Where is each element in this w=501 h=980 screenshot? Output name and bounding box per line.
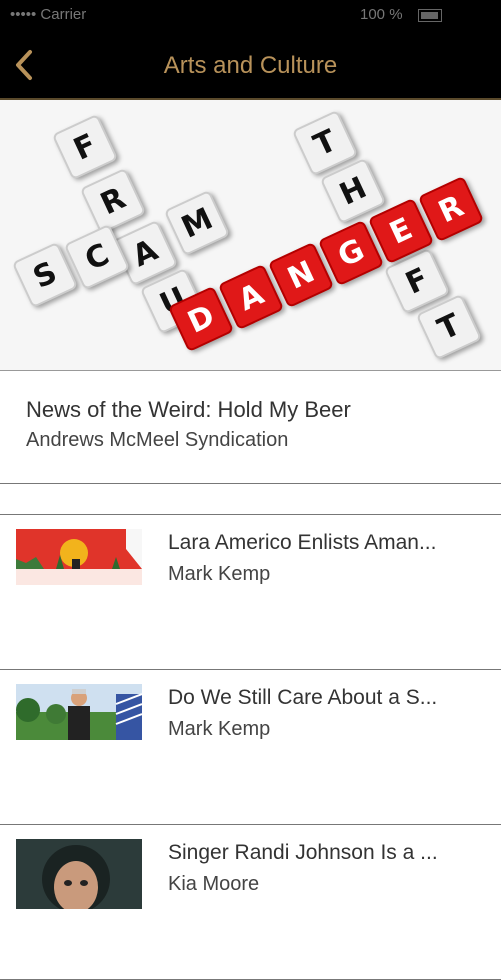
featured-article[interactable]: News of the Weird: Hold My Beer Andrews … bbox=[0, 371, 501, 484]
hero-image[interactable]: F R A U S C M T H F T D A N G E R bbox=[0, 100, 501, 371]
carrier-label: ••••• Carrier bbox=[10, 6, 87, 23]
hero-tile: F bbox=[51, 113, 119, 181]
featured-source: Andrews McMeel Syndication bbox=[26, 429, 289, 451]
article-author: Mark Kemp bbox=[168, 563, 271, 585]
section-spacer bbox=[0, 484, 501, 515]
featured-title: News of the Weird: Hold My Beer bbox=[26, 397, 351, 422]
article-thumbnail bbox=[16, 529, 142, 585]
page-title: Arts and Culture bbox=[163, 52, 338, 79]
article-row[interactable]: Singer Randi Johnson Is a ... Kia Moore bbox=[0, 825, 501, 980]
hero-tile: M bbox=[163, 189, 231, 257]
article-title: Do We Still Care About a S... bbox=[168, 686, 438, 709]
article-title: Singer Randi Johnson Is a ... bbox=[168, 841, 438, 864]
battery-icon bbox=[418, 9, 442, 22]
article-author: Kia Moore bbox=[168, 873, 260, 895]
article-title: Lara Americo Enlists Aman... bbox=[168, 531, 437, 554]
status-bar: ••••• Carrier 100 % bbox=[0, 0, 501, 30]
article-row[interactable]: Lara Americo Enlists Aman... Mark Kemp bbox=[0, 515, 501, 670]
article-thumbnail bbox=[16, 839, 142, 909]
article-author: Mark Kemp bbox=[168, 718, 271, 740]
navigation-bar: Arts and Culture bbox=[0, 30, 501, 100]
hero-tile: R bbox=[79, 167, 147, 235]
battery-percent: 100 % bbox=[360, 6, 403, 23]
article-thumbnail bbox=[16, 684, 142, 740]
article-row[interactable]: Do We Still Care About a S... Mark Kemp bbox=[0, 670, 501, 825]
